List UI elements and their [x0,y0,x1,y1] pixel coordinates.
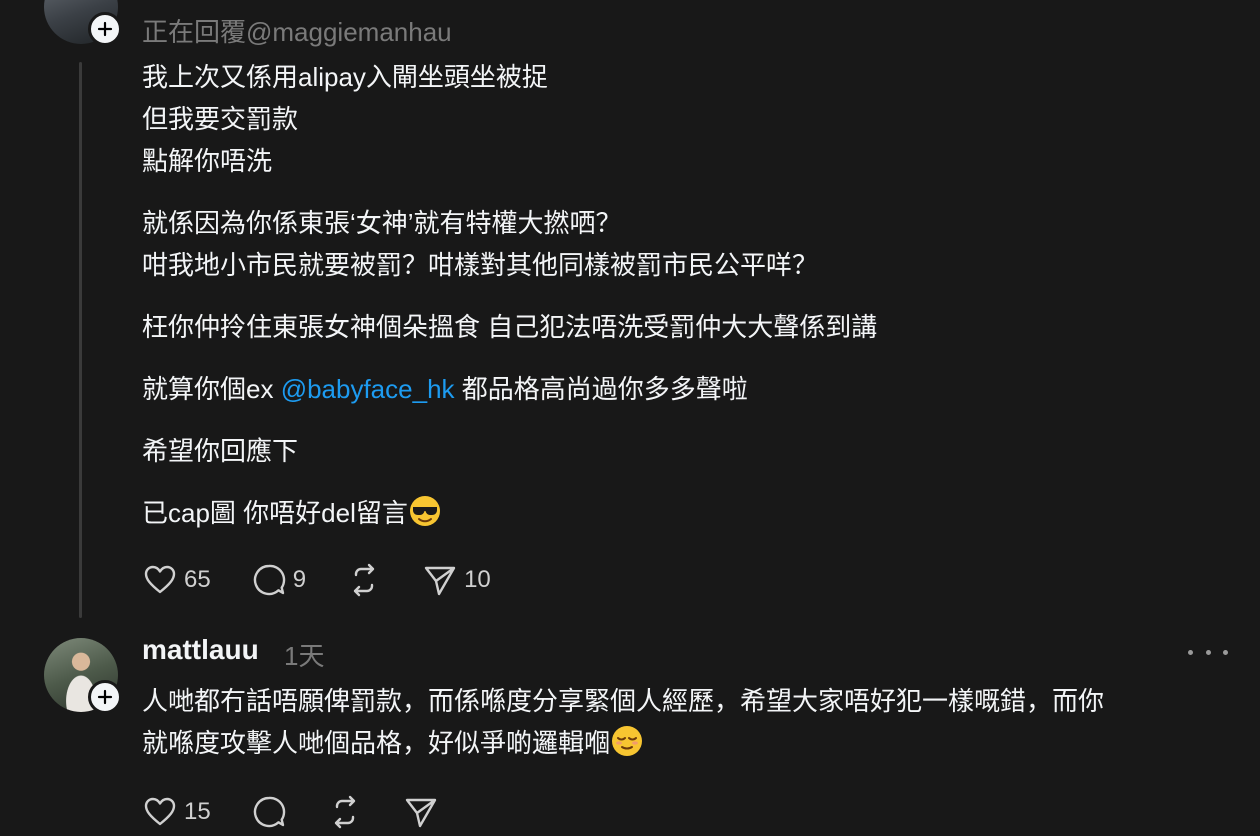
reply-text: 就喺度攻擊人哋個品格，好似爭啲邏輯嗰 [142,728,611,758]
dot-icon [1223,649,1228,655]
comment-icon [253,796,285,828]
comment-button[interactable] [251,794,287,830]
reply-body: 人哋都冇話唔願俾罰款，而係喺度分享緊個人經歷，希望大家唔好犯一樣嘅錯，而你 就喺… [142,680,1222,764]
dot-icon [1188,649,1193,655]
post-text: 都品格高尚過你多多聲啦 [454,374,748,404]
relieved-emoji-icon [612,726,643,756]
heart-icon [144,797,176,826]
post-line: 枉你仲拎住東張女神個朵搵食 自己犯法唔洗受罰仲大大聲係到講 [142,312,878,342]
share-button[interactable] [403,794,439,830]
post-line: 就係因為你係東張‘女神’就有特權大撚哂？ [142,208,622,238]
post-line: 希望你回應下 [142,436,299,466]
reply-actions: 15 [142,794,479,830]
repost-icon [353,563,375,597]
username[interactable]: mattlauu [142,634,259,666]
share-button[interactable]: 10 [422,562,491,598]
post-line: 點解你唔洗 [142,146,273,176]
reply-line: 人哋都冇話唔願俾罰款，而係喺度分享緊個人經歷，希望大家唔好犯一樣嘅錯，而你 [142,686,1105,716]
timestamp: 1天 [284,641,325,671]
comment-icon [253,564,285,596]
post-line: 我上次又係用alipay入閘坐頭坐被捉 [142,62,548,92]
post-line: 已cap圖 你唔好del留言 [142,492,1222,534]
repost-icon [334,795,355,829]
mention-link[interactable]: @babyface_hk [281,374,455,404]
post-line: 但我要交罰款 [142,104,299,134]
plus-icon [97,21,113,37]
comment-button[interactable]: 9 [251,562,306,598]
post-line: 就算你個ex @babyface_hk 都品格高尚過你多多聲啦 [142,368,1222,410]
post-text: 就算你個ex [142,374,281,404]
follow-button[interactable] [88,680,122,714]
like-count: 15 [184,798,211,825]
post-text: 已cap圖 你唔好del留言 [142,498,408,528]
repost-button[interactable] [327,794,363,830]
more-options-button[interactable] [1188,640,1228,664]
share-count: 10 [464,566,491,593]
send-icon [424,566,456,596]
dot-icon [1205,649,1211,655]
comment-count: 9 [292,566,307,593]
repost-button[interactable] [346,562,382,598]
replying-to-label: 正在回覆@maggiemanhau [142,17,452,47]
heart-icon [144,565,176,594]
post-actions: 65 9 10 [142,562,531,598]
like-button[interactable]: 65 [142,562,211,598]
sunglasses-emoji-icon [409,496,440,526]
thread-line [79,62,82,618]
reply-line: 就喺度攻擊人哋個品格，好似爭啲邏輯嗰 [142,722,1222,764]
like-count: 65 [184,566,211,593]
like-button[interactable]: 15 [142,794,211,830]
follow-button[interactable] [88,12,122,46]
send-icon [405,798,436,828]
post-body: 我上次又係用alipay入閘坐頭坐被捉 但我要交罰款 點解你唔洗 就係因為你係東… [142,56,1222,534]
post-line: 咁我地小市民就要被罰？咁樣對其他同樣被罰市民公平咩？ [142,250,819,280]
plus-icon [97,689,113,705]
